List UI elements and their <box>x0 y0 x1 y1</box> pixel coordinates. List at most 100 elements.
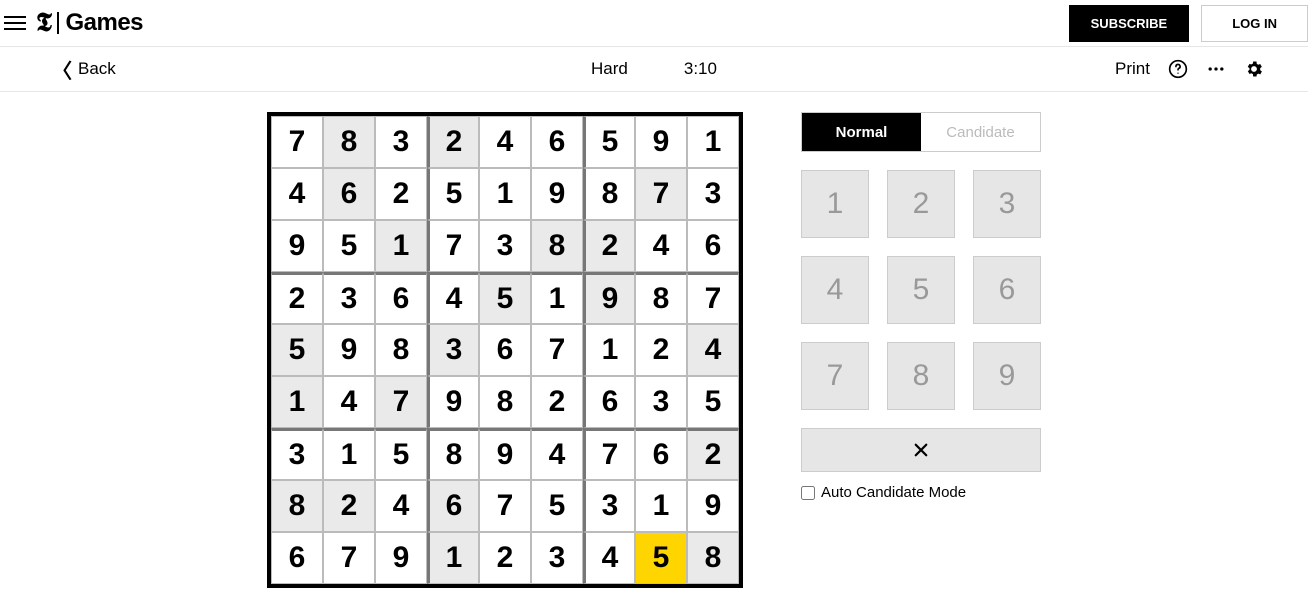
cell-r7-c4[interactable]: 7 <box>479 480 531 532</box>
cell-r3-c1[interactable]: 3 <box>323 272 375 324</box>
cell-r8-c2[interactable]: 9 <box>375 532 427 584</box>
cell-r5-c3[interactable]: 9 <box>427 376 479 428</box>
numpad-3[interactable]: 3 <box>973 170 1041 238</box>
back-button[interactable]: 〈 Back <box>52 55 116 84</box>
cell-r2-c2[interactable]: 1 <box>375 220 427 272</box>
clear-button[interactable] <box>801 428 1041 472</box>
cell-r3-c2[interactable]: 6 <box>375 272 427 324</box>
cell-r0-c7[interactable]: 9 <box>635 116 687 168</box>
cell-r0-c2[interactable]: 3 <box>375 116 427 168</box>
cell-r0-c1[interactable]: 8 <box>323 116 375 168</box>
cell-r1-c0[interactable]: 4 <box>271 168 323 220</box>
auto-candidate-checkbox[interactable] <box>801 486 815 500</box>
cell-r4-c6[interactable]: 1 <box>583 324 635 376</box>
cell-r0-c6[interactable]: 5 <box>583 116 635 168</box>
cell-r6-c0[interactable]: 3 <box>271 428 323 480</box>
cell-r8-c4[interactable]: 2 <box>479 532 531 584</box>
cell-r2-c6[interactable]: 2 <box>583 220 635 272</box>
cell-r7-c8[interactable]: 9 <box>687 480 739 532</box>
cell-r6-c7[interactable]: 6 <box>635 428 687 480</box>
cell-r5-c5[interactable]: 2 <box>531 376 583 428</box>
cell-r3-c7[interactable]: 8 <box>635 272 687 324</box>
cell-r1-c7[interactable]: 7 <box>635 168 687 220</box>
cell-r3-c6[interactable]: 9 <box>583 272 635 324</box>
cell-r1-c1[interactable]: 6 <box>323 168 375 220</box>
cell-r4-c1[interactable]: 9 <box>323 324 375 376</box>
mode-candidate-button[interactable]: Candidate <box>921 113 1040 151</box>
cell-r8-c3[interactable]: 1 <box>427 532 479 584</box>
cell-r0-c5[interactable]: 6 <box>531 116 583 168</box>
cell-r7-c6[interactable]: 3 <box>583 480 635 532</box>
cell-r0-c4[interactable]: 4 <box>479 116 531 168</box>
cell-r8-c6[interactable]: 4 <box>583 532 635 584</box>
cell-r6-c1[interactable]: 1 <box>323 428 375 480</box>
cell-r6-c3[interactable]: 8 <box>427 428 479 480</box>
cell-r0-c0[interactable]: 7 <box>271 116 323 168</box>
cell-r4-c4[interactable]: 6 <box>479 324 531 376</box>
cell-r1-c3[interactable]: 5 <box>427 168 479 220</box>
cell-r4-c2[interactable]: 8 <box>375 324 427 376</box>
cell-r5-c1[interactable]: 4 <box>323 376 375 428</box>
cell-r8-c8[interactable]: 8 <box>687 532 739 584</box>
cell-r1-c2[interactable]: 2 <box>375 168 427 220</box>
cell-r3-c4[interactable]: 5 <box>479 272 531 324</box>
cell-r8-c7[interactable]: 5 <box>635 532 687 584</box>
cell-r7-c2[interactable]: 4 <box>375 480 427 532</box>
cell-r7-c5[interactable]: 5 <box>531 480 583 532</box>
cell-r5-c6[interactable]: 6 <box>583 376 635 428</box>
cell-r4-c8[interactable]: 4 <box>687 324 739 376</box>
auto-candidate-row[interactable]: Auto Candidate Mode <box>801 484 1041 501</box>
help-icon[interactable] <box>1168 59 1188 79</box>
cell-r7-c0[interactable]: 8 <box>271 480 323 532</box>
cell-r4-c7[interactable]: 2 <box>635 324 687 376</box>
numpad-9[interactable]: 9 <box>973 342 1041 410</box>
cell-r2-c5[interactable]: 8 <box>531 220 583 272</box>
print-button[interactable]: Print <box>1115 59 1150 79</box>
cell-r1-c8[interactable]: 3 <box>687 168 739 220</box>
cell-r5-c8[interactable]: 5 <box>687 376 739 428</box>
settings-icon[interactable] <box>1244 59 1264 79</box>
cell-r6-c4[interactable]: 9 <box>479 428 531 480</box>
cell-r4-c3[interactable]: 3 <box>427 324 479 376</box>
cell-r7-c1[interactable]: 2 <box>323 480 375 532</box>
subscribe-button[interactable]: SUBSCRIBE <box>1069 5 1190 42</box>
cell-r6-c6[interactable]: 7 <box>583 428 635 480</box>
login-button[interactable]: LOG IN <box>1201 5 1308 42</box>
cell-r0-c8[interactable]: 1 <box>687 116 739 168</box>
cell-r3-c3[interactable]: 4 <box>427 272 479 324</box>
cell-r3-c5[interactable]: 1 <box>531 272 583 324</box>
cell-r5-c7[interactable]: 3 <box>635 376 687 428</box>
cell-r2-c3[interactable]: 7 <box>427 220 479 272</box>
cell-r5-c2[interactable]: 7 <box>375 376 427 428</box>
cell-r7-c3[interactable]: 6 <box>427 480 479 532</box>
cell-r2-c0[interactable]: 9 <box>271 220 323 272</box>
cell-r2-c8[interactable]: 6 <box>687 220 739 272</box>
cell-r6-c2[interactable]: 5 <box>375 428 427 480</box>
brand[interactable]: 𝕿 Games <box>36 8 143 39</box>
numpad-7[interactable]: 7 <box>801 342 869 410</box>
cell-r1-c6[interactable]: 8 <box>583 168 635 220</box>
cell-r4-c0[interactable]: 5 <box>271 324 323 376</box>
cell-r8-c5[interactable]: 3 <box>531 532 583 584</box>
cell-r0-c3[interactable]: 2 <box>427 116 479 168</box>
cell-r6-c5[interactable]: 4 <box>531 428 583 480</box>
cell-r5-c4[interactable]: 8 <box>479 376 531 428</box>
more-icon[interactable] <box>1206 59 1226 79</box>
cell-r3-c0[interactable]: 2 <box>271 272 323 324</box>
mode-normal-button[interactable]: Normal <box>802 113 921 151</box>
numpad-1[interactable]: 1 <box>801 170 869 238</box>
cell-r1-c4[interactable]: 1 <box>479 168 531 220</box>
cell-r6-c8[interactable]: 2 <box>687 428 739 480</box>
cell-r5-c0[interactable]: 1 <box>271 376 323 428</box>
cell-r2-c4[interactable]: 3 <box>479 220 531 272</box>
cell-r1-c5[interactable]: 9 <box>531 168 583 220</box>
cell-r7-c7[interactable]: 1 <box>635 480 687 532</box>
numpad-2[interactable]: 2 <box>887 170 955 238</box>
cell-r3-c8[interactable]: 7 <box>687 272 739 324</box>
numpad-4[interactable]: 4 <box>801 256 869 324</box>
cell-r2-c7[interactable]: 4 <box>635 220 687 272</box>
numpad-5[interactable]: 5 <box>887 256 955 324</box>
numpad-8[interactable]: 8 <box>887 342 955 410</box>
numpad-6[interactable]: 6 <box>973 256 1041 324</box>
menu-icon[interactable] <box>4 12 26 34</box>
